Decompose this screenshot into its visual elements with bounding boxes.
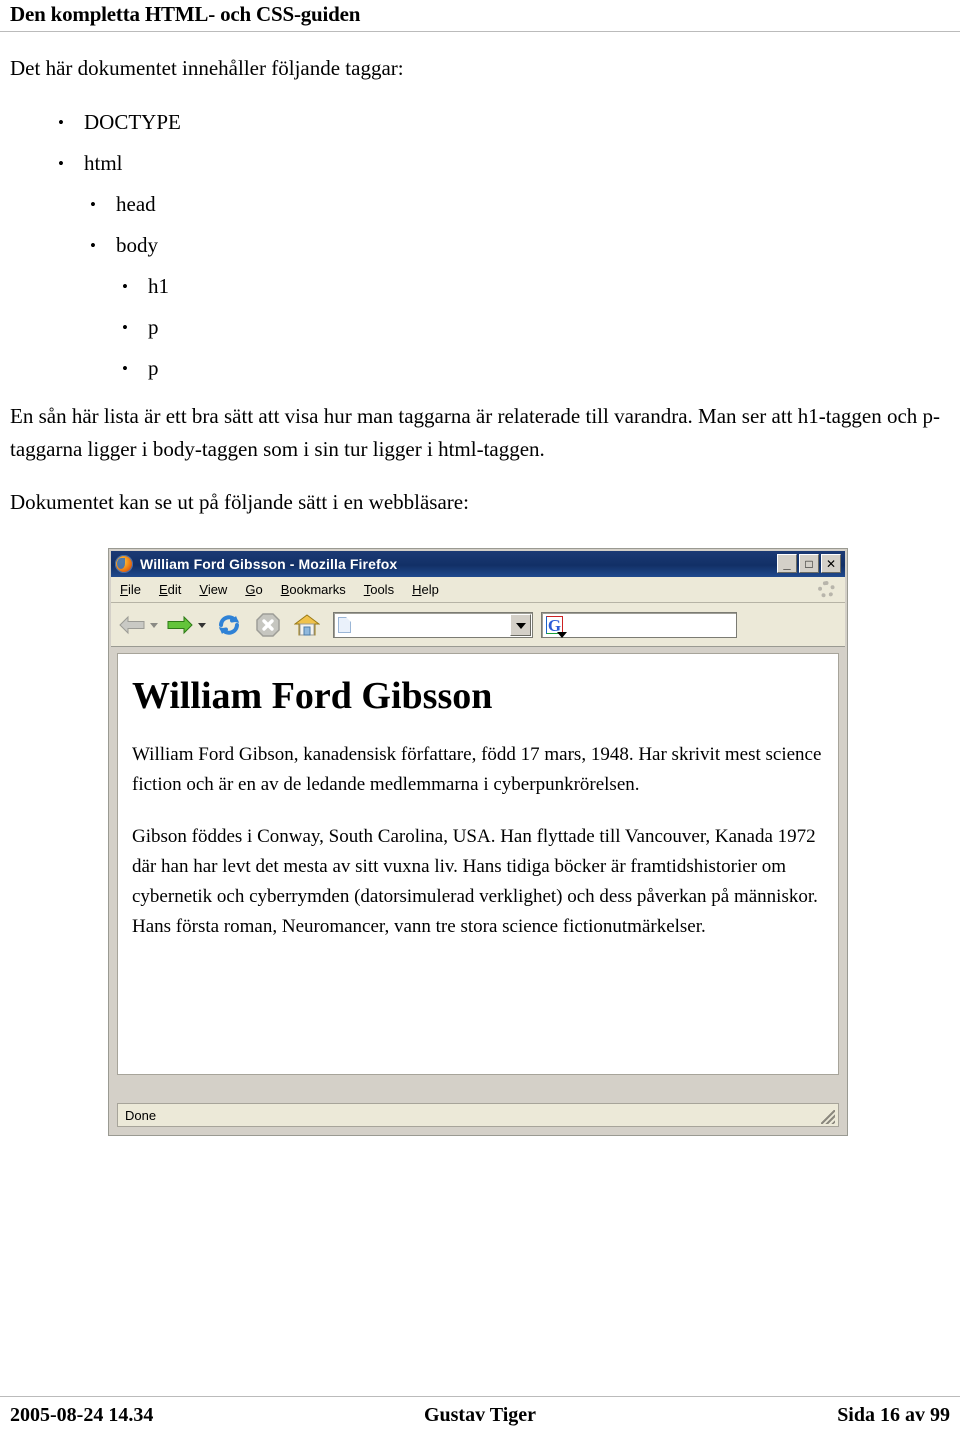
list-item: • p xyxy=(0,307,500,348)
browser-titlebar: William Ford Gibsson - Mozilla Firefox _… xyxy=(111,551,845,577)
back-history-caret-icon[interactable] xyxy=(150,608,159,642)
list-item-label: DOCTYPE xyxy=(84,110,181,134)
document-header: Den kompletta HTML- och CSS-guiden xyxy=(0,0,960,40)
close-button[interactable]: ✕ xyxy=(821,554,841,573)
menu-label-rest: dit xyxy=(167,582,182,597)
rendered-page-paragraph-2: Gibson föddes i Conway, South Carolina, … xyxy=(132,825,818,937)
menu-label-rest: elp xyxy=(421,582,439,597)
forward-history-caret-icon[interactable] xyxy=(198,608,207,642)
menu-accel: G xyxy=(245,582,256,597)
menu-label-rest: o xyxy=(255,582,263,597)
menu-label-rest: iew xyxy=(207,582,228,597)
home-button[interactable] xyxy=(290,608,324,642)
back-button[interactable] xyxy=(116,608,150,642)
browser-menubar: File Edit View Go Bookmarks Tools Help xyxy=(111,577,845,603)
menu-accel: F xyxy=(120,582,128,597)
window-title: William Ford Gibsson - Mozilla Firefox xyxy=(140,556,398,572)
list-item-label: body xyxy=(116,233,158,257)
page-document-icon xyxy=(338,616,351,633)
list-item: • html xyxy=(0,143,500,184)
browser-content-area: William Ford Gibsson William Ford Gibson… xyxy=(117,653,839,1075)
menu-item-help[interactable]: Help xyxy=(403,582,448,597)
rendered-page-heading: William Ford Gibsson xyxy=(132,675,493,717)
footer-divider xyxy=(0,1396,960,1397)
menu-item-bookmarks[interactable]: Bookmarks xyxy=(272,582,355,597)
tag-list: • DOCTYPE • html • head • body • h1 • p … xyxy=(0,102,500,389)
bullet-icon: • xyxy=(90,236,96,255)
forward-button[interactable] xyxy=(164,608,198,642)
bullet-icon: • xyxy=(58,113,64,132)
firefox-icon xyxy=(115,555,133,573)
home-icon xyxy=(294,613,320,635)
minimize-button[interactable]: _ xyxy=(777,554,797,573)
document-footer: 2005-08-24 14.34 Gustav Tiger Sida 16 av… xyxy=(0,1404,960,1434)
menu-label-rest: ookmarks xyxy=(289,582,346,597)
status-text: Done xyxy=(125,1107,157,1123)
search-bar[interactable]: G xyxy=(541,611,737,638)
browser-intro-paragraph: Dokumentet kan se ut på följande sätt i … xyxy=(10,490,469,514)
bullet-icon: • xyxy=(122,318,128,337)
bullet-icon: • xyxy=(90,195,96,214)
stop-button[interactable] xyxy=(251,608,285,642)
page-title: Den kompletta HTML- och CSS-guiden xyxy=(10,2,361,26)
maximize-button[interactable]: □ xyxy=(799,554,819,573)
throbber-icon xyxy=(818,581,835,598)
bullet-icon: • xyxy=(58,154,64,173)
footer-page-number: Sida 16 av 99 xyxy=(837,1404,950,1426)
url-bar[interactable] xyxy=(333,611,533,638)
list-item: • h1 xyxy=(0,266,500,307)
list-item-label: p xyxy=(148,356,159,380)
header-divider xyxy=(0,31,960,32)
bullet-icon: • xyxy=(122,277,128,296)
list-item-label: p xyxy=(148,315,159,339)
window-controls: _ □ ✕ xyxy=(777,554,841,573)
browser-toolbar: G xyxy=(111,603,845,647)
stop-icon xyxy=(256,612,280,637)
reload-icon xyxy=(219,614,239,635)
forward-arrow-icon xyxy=(167,615,193,634)
menu-label-rest: ools xyxy=(370,582,395,597)
footer-author: Gustav Tiger xyxy=(423,1404,537,1426)
list-item: • head xyxy=(0,184,500,225)
menu-item-view[interactable]: View xyxy=(190,582,236,597)
menu-accel: V xyxy=(199,582,208,597)
resize-grip-icon[interactable] xyxy=(821,1110,835,1124)
url-dropdown-icon[interactable] xyxy=(510,613,531,636)
bullet-icon: • xyxy=(122,359,128,378)
menu-accel: E xyxy=(158,582,168,597)
browser-statusbar: Done xyxy=(117,1103,839,1127)
rendered-page-paragraph-1: William Ford Gibson, kanadensisk författ… xyxy=(132,743,822,795)
list-item-label: html xyxy=(84,151,123,175)
browser-window-screenshot: William Ford Gibsson - Mozilla Firefox _… xyxy=(108,548,848,1136)
explanation-paragraph: En sån här lista är ett bra sätt att vis… xyxy=(10,404,941,461)
google-g-icon[interactable]: G xyxy=(546,615,567,638)
close-icon: ✕ xyxy=(825,556,837,571)
maximize-icon: □ xyxy=(805,556,813,571)
list-item: • DOCTYPE xyxy=(0,102,500,143)
list-item-label: h1 xyxy=(148,274,169,298)
menu-item-file[interactable]: File xyxy=(111,582,150,597)
menu-label-rest: ile xyxy=(127,582,141,597)
list-item: • p xyxy=(0,348,500,389)
list-item: • body xyxy=(0,225,500,266)
menu-item-edit[interactable]: Edit xyxy=(150,582,190,597)
list-item-label: head xyxy=(116,192,156,216)
reload-button[interactable] xyxy=(212,608,246,642)
menu-item-tools[interactable]: Tools xyxy=(355,582,403,597)
menu-item-go[interactable]: Go xyxy=(236,582,271,597)
intro-text: Det här dokumentet innehåller följande t… xyxy=(10,56,404,80)
minimize-icon: _ xyxy=(783,556,791,571)
back-arrow-icon xyxy=(119,615,145,634)
